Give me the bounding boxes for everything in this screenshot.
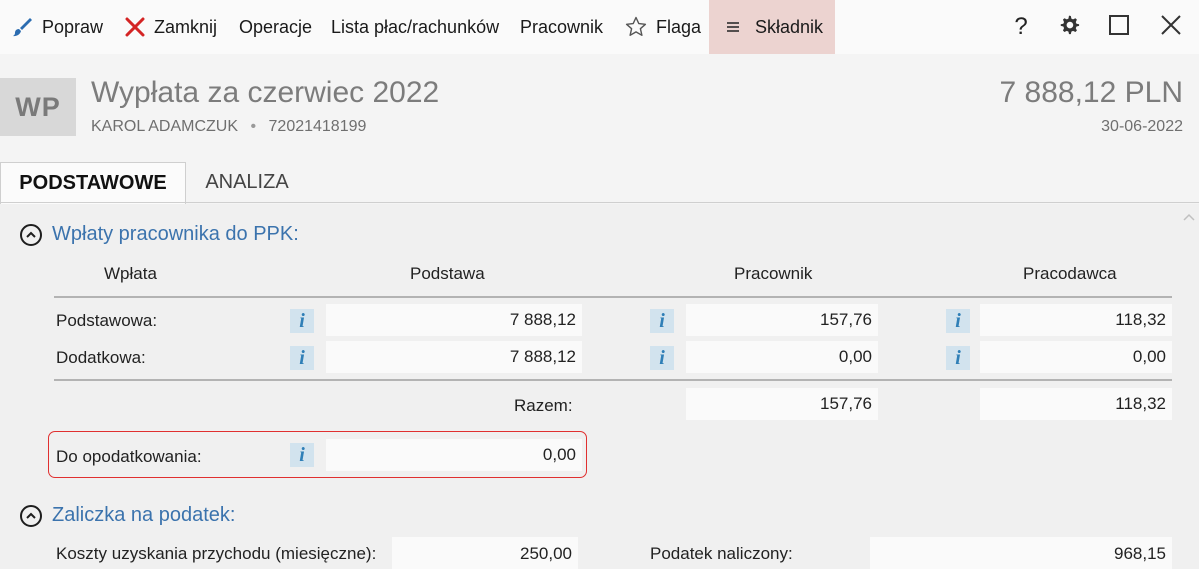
help-button[interactable]: ? xyxy=(996,0,1046,54)
pracownik-menu[interactable]: Pracownik xyxy=(520,0,603,54)
hamburger-icon xyxy=(727,21,739,33)
star-icon xyxy=(624,15,648,39)
close-x-icon xyxy=(124,16,146,38)
info-icon: i xyxy=(955,347,961,369)
skladnik-label: Składnik xyxy=(755,16,824,37)
chevron-up-icon xyxy=(1182,210,1196,227)
tabs-divider xyxy=(0,202,1199,203)
tab-analiza[interactable]: ANALIZA xyxy=(186,162,308,203)
employee-info: KAROL ADAMCZUK • 72021418199 xyxy=(91,118,366,136)
info-icon: i xyxy=(299,347,305,369)
koszty-field[interactable]: 250,00 xyxy=(392,537,578,569)
info-icon: i xyxy=(659,310,665,332)
zamknij-button[interactable]: Zamknij xyxy=(124,0,217,54)
settings-button[interactable] xyxy=(1044,0,1094,54)
ppk-section-title: Wpłaty pracownika do PPK: xyxy=(52,223,299,245)
info-button[interactable]: i xyxy=(650,309,674,333)
zamknij-label: Zamknij xyxy=(154,16,218,37)
gear-icon xyxy=(1058,14,1080,41)
dodatkowa-pracodawca-field[interactable]: 0,00 xyxy=(980,341,1172,373)
tab-bar: PODSTAWOWE ANALIZA xyxy=(0,162,1199,204)
row-podstawowa-label: Podstawowa: xyxy=(56,311,158,330)
tab-podstawowe[interactable]: PODSTAWOWE xyxy=(0,162,186,204)
podstawowa-pracodawca-field[interactable]: 118,32 xyxy=(980,304,1172,336)
close-icon xyxy=(1160,14,1182,41)
razem-pracodawca-field: 118,32 xyxy=(980,388,1172,420)
col-pracodawca: Pracodawca xyxy=(1023,264,1117,283)
total-amount: 7 888,12 PLN xyxy=(999,76,1183,109)
col-wplata: Wpłata xyxy=(104,264,157,283)
dodatkowa-pracownik-field[interactable]: 0,00 xyxy=(686,341,878,373)
info-icon: i xyxy=(659,347,665,369)
tax-section-title: Zaliczka na podatek: xyxy=(52,504,236,526)
popraw-label: Popraw xyxy=(42,16,104,37)
info-button[interactable]: i xyxy=(946,309,970,333)
brush-icon xyxy=(10,15,34,39)
separator-dot: • xyxy=(250,118,257,135)
row-dodatkowa-label: Dodatkowa: xyxy=(56,348,146,367)
podstawowa-pracownik-field[interactable]: 157,76 xyxy=(686,304,878,336)
page-title: Wypłata za czerwiec 2022 xyxy=(91,76,440,109)
pracownik-label: Pracownik xyxy=(520,16,604,37)
info-icon: i xyxy=(955,310,961,332)
maximize-button[interactable] xyxy=(1094,0,1144,54)
info-button[interactable]: i xyxy=(650,346,674,370)
skladnik-menu[interactable]: Składnik xyxy=(709,0,835,54)
podatek-naliczony-label: Podatek naliczony: xyxy=(650,544,793,563)
lista-plac-menu[interactable]: Lista płac/rachunków xyxy=(331,0,499,54)
info-button[interactable]: i xyxy=(290,346,314,370)
lista-plac-label: Lista płac/rachunków xyxy=(331,16,500,37)
info-button[interactable]: i xyxy=(946,346,970,370)
total-divider xyxy=(54,379,1172,381)
payment-date: 30-06-2022 xyxy=(1101,118,1183,135)
scroll-up-button[interactable] xyxy=(1182,210,1196,228)
podatek-naliczony-field[interactable]: 968,15 xyxy=(870,537,1172,569)
header-divider xyxy=(54,296,1172,298)
highlight-box xyxy=(48,431,587,478)
flaga-label: Flaga xyxy=(656,16,702,37)
help-icon: ? xyxy=(1014,13,1028,40)
avatar: WP xyxy=(0,78,76,136)
collapse-icon xyxy=(20,223,42,246)
maximize-icon xyxy=(1108,14,1130,41)
toolbar: Popraw Zamknij Operacje Lista płac/rachu… xyxy=(0,0,1199,54)
collapse-icon xyxy=(20,504,42,527)
tax-section-header[interactable]: Zaliczka na podatek: xyxy=(20,504,235,527)
razem-label: Razem: xyxy=(514,396,573,415)
info-button[interactable]: i xyxy=(290,309,314,333)
close-window-button[interactable] xyxy=(1146,0,1196,54)
operacje-label: Operacje xyxy=(239,16,313,37)
ppk-section-header[interactable]: Wpłaty pracownika do PPK: xyxy=(20,223,299,246)
employee-pesel: 72021418199 xyxy=(268,118,367,135)
dodatkowa-podstawa-field[interactable]: 7 888,12 xyxy=(326,341,582,373)
koszty-label: Koszty uzyskania przychodu (miesięczne): xyxy=(56,544,377,563)
info-icon: i xyxy=(299,310,305,332)
col-podstawa: Podstawa xyxy=(410,264,485,283)
employee-name: KAROL ADAMCZUK xyxy=(91,118,238,135)
popraw-button[interactable]: Popraw xyxy=(10,0,103,54)
razem-pracownik-field: 157,76 xyxy=(686,388,878,420)
col-pracownik: Pracownik xyxy=(734,264,813,283)
operacje-menu[interactable]: Operacje xyxy=(239,0,312,54)
record-header: WP Wypłata za czerwiec 2022 KAROL ADAMCZ… xyxy=(0,54,1199,162)
podstawowa-podstawa-field[interactable]: 7 888,12 xyxy=(326,304,582,336)
flaga-button[interactable]: Flaga xyxy=(624,0,701,54)
